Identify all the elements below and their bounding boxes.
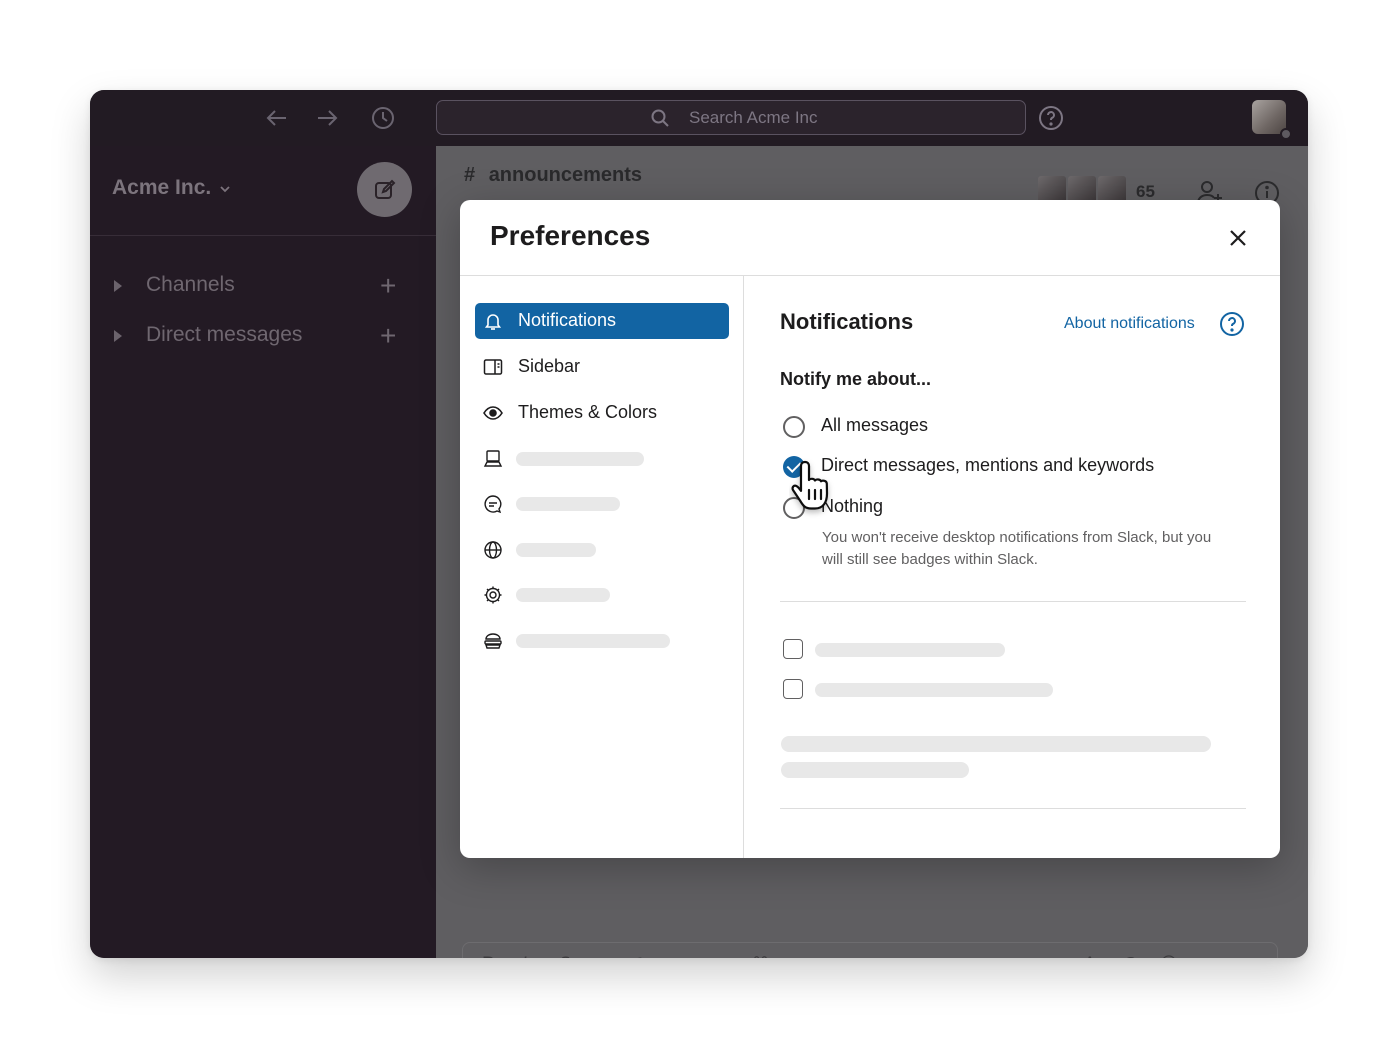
add-dm-button[interactable]: +	[380, 321, 396, 351]
checkbox-row[interactable]	[783, 679, 1243, 701]
strikethrough-icon[interactable]: S	[560, 954, 571, 958]
radio-label: All messages	[821, 415, 929, 435]
nav-item-placeholder[interactable]	[475, 486, 729, 522]
nav-label: Sidebar	[518, 356, 581, 376]
sidebar: Acme Inc. Channels + Direct messages +	[90, 146, 436, 958]
formatting-icon[interactable]: Aa	[1084, 954, 1106, 958]
radio-direct-mentions-keywords[interactable]: Direct messages, mentions and keywords	[781, 454, 1241, 480]
placeholder-bar	[516, 497, 620, 511]
history-icon[interactable]	[370, 106, 396, 130]
member-count[interactable]: 65	[1136, 182, 1155, 202]
send-icon[interactable]: ➤	[1240, 954, 1254, 958]
bulleted-list-icon[interactable]: •≡	[674, 956, 694, 958]
checkbox[interactable]	[783, 639, 803, 659]
placeholder-bar	[815, 643, 1005, 657]
divider	[90, 235, 436, 236]
modal-title: Preferences	[490, 220, 651, 251]
caret-right-icon	[114, 330, 122, 342]
placeholder-bar	[516, 588, 610, 602]
notifications-panel: Notifications About notifications Notify…	[745, 276, 1280, 858]
nav-item-placeholder[interactable]	[475, 441, 729, 477]
message-search-icon	[483, 494, 503, 514]
placeholder-bar	[815, 683, 1053, 697]
workspace-name[interactable]: Acme Inc.	[112, 176, 211, 200]
code-block-icon[interactable]: ⌘	[752, 954, 769, 958]
placeholder-bar	[516, 543, 596, 557]
italic-icon[interactable]: I	[522, 954, 527, 958]
nav-item-notifications[interactable]: Notifications	[475, 303, 729, 339]
ordered-list-icon[interactable]: 1≡	[636, 956, 657, 958]
section-title: Notifications	[780, 309, 914, 334]
divider	[780, 601, 1246, 602]
channel-header-title: # announcements	[464, 164, 642, 187]
nav-item-placeholder[interactable]	[475, 532, 729, 568]
checkbox[interactable]	[783, 679, 803, 699]
section-label: Direct messages	[146, 323, 303, 346]
preferences-nav: Notifications Sidebar Themes & Colors	[460, 276, 744, 858]
channel-hash: #	[464, 164, 476, 186]
nav-label: Themes & Colors	[518, 402, 658, 422]
compose-button[interactable]	[357, 162, 412, 217]
nav-item-placeholder[interactable]	[475, 577, 729, 613]
search-input[interactable]: Search Acme Inc	[436, 100, 1026, 135]
close-icon[interactable]	[1224, 224, 1252, 252]
nav-label: Notifications	[518, 310, 617, 330]
top-bar: Search Acme Inc	[90, 90, 1308, 146]
hand-cursor-icon	[791, 460, 829, 510]
eye-icon	[483, 403, 503, 423]
radio-all-messages[interactable]: All messages	[781, 414, 1241, 440]
status-indicator	[1280, 128, 1292, 140]
nav-item-sidebar[interactable]: Sidebar	[475, 349, 729, 385]
chevron-down-icon[interactable]	[219, 182, 231, 194]
back-arrow-icon[interactable]	[264, 106, 290, 130]
radio-nothing[interactable]: Nothing	[781, 495, 1241, 521]
mention-icon[interactable]: @	[1122, 954, 1139, 958]
bell-icon	[483, 311, 503, 331]
bold-icon[interactable]: B	[482, 954, 495, 958]
checkbox-row[interactable]	[783, 639, 1243, 661]
radio-button[interactable]	[783, 416, 805, 438]
laptop-icon	[483, 449, 503, 469]
search-placeholder: Search Acme Inc	[689, 108, 818, 127]
placeholder-bar	[516, 452, 644, 466]
modal-header: Preferences	[460, 200, 1280, 276]
placeholder-bar	[781, 736, 1211, 752]
section-label: Channels	[146, 273, 235, 296]
keyboard-icon	[483, 631, 503, 651]
forward-arrow-icon[interactable]	[314, 106, 340, 130]
help-icon[interactable]	[1219, 311, 1245, 337]
radio-label: Direct messages, mentions and keywords	[821, 455, 1155, 475]
sidebar-icon	[483, 357, 503, 377]
compose-icon	[374, 179, 395, 199]
preferences-modal: Preferences Notifications Sidebar Themes…	[460, 200, 1280, 858]
gear-icon	[483, 585, 503, 605]
add-channel-button[interactable]: +	[380, 271, 396, 301]
attachment-icon[interactable]: ⌀	[1200, 954, 1210, 958]
emoji-icon[interactable]: ☺	[1160, 954, 1178, 958]
blockquote-icon[interactable]: ≡	[714, 954, 728, 958]
about-notifications-link[interactable]: About notifications	[1064, 315, 1195, 333]
nothing-help-text: You won't receive desktop notifications …	[822, 529, 1212, 568]
composer-toolbar: B I S </> 1≡ •≡ ≡ ⌘ Aa @ ☺ ⌀ ➤	[462, 954, 1278, 958]
search-icon	[651, 109, 669, 127]
code-icon[interactable]: </>	[596, 957, 622, 958]
sidebar-section-direct-messages[interactable]: Direct messages +	[114, 321, 414, 351]
caret-right-icon	[114, 280, 122, 292]
sidebar-section-channels[interactable]: Channels +	[114, 271, 414, 301]
nav-item-placeholder[interactable]	[475, 623, 729, 659]
nav-item-themes-colors[interactable]: Themes & Colors	[475, 395, 729, 431]
placeholder-bar	[516, 634, 670, 648]
placeholder-bar	[781, 762, 969, 778]
divider	[780, 808, 1246, 809]
channel-name[interactable]: announcements	[489, 164, 642, 186]
avatar[interactable]	[1252, 100, 1292, 140]
globe-icon	[483, 540, 503, 560]
notify-me-label: Notify me about...	[780, 369, 932, 389]
help-icon[interactable]	[1038, 105, 1064, 131]
